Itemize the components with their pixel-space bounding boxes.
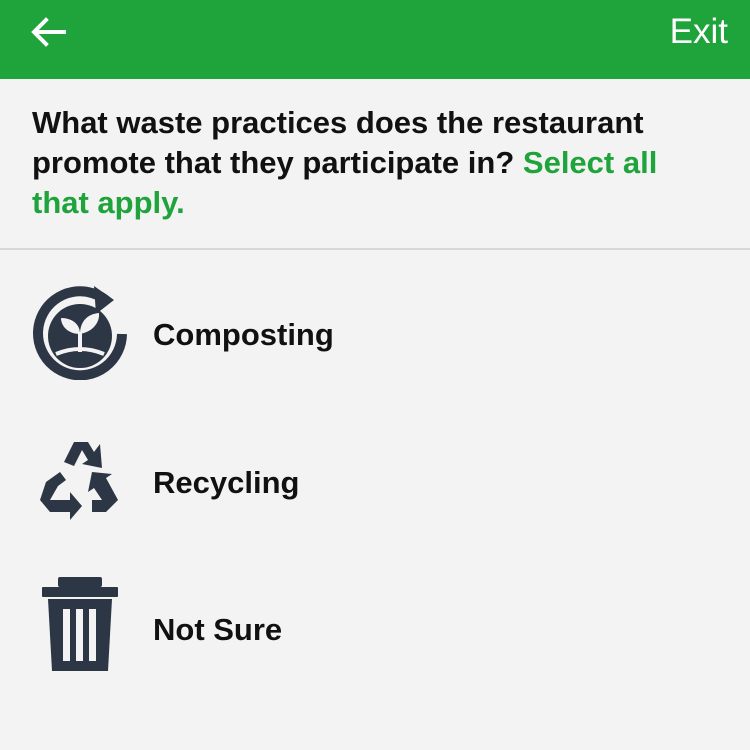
option-label: Not Sure [153,612,283,647]
option-label: Recycling [153,465,300,500]
exit-button[interactable]: Exit [670,10,728,54]
recycle-icon [40,442,118,520]
option-recycling[interactable]: Recycling [0,428,750,538]
option-not-sure[interactable]: Not Sure [0,575,750,685]
option-composting[interactable]: Composting [0,280,750,390]
arrow-left-icon [31,17,66,47]
trash-can-icon [42,577,118,671]
compost-icon [33,286,127,380]
question-prompt: What waste practices does the restaurant… [32,103,722,223]
divider [0,248,750,250]
back-button[interactable] [26,10,70,54]
app-bar: Exit [0,0,750,79]
option-label: Composting [153,317,334,352]
